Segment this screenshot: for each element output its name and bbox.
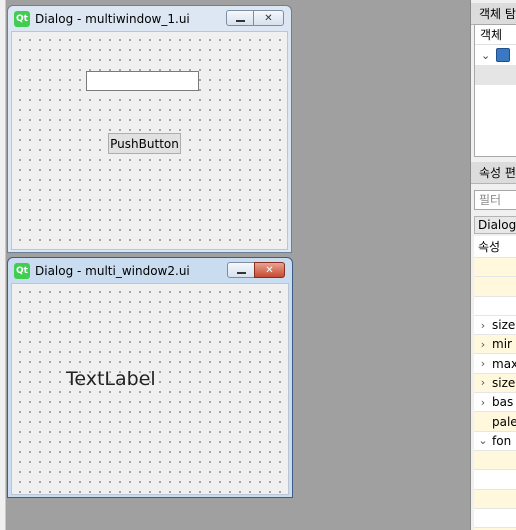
dialog-form-icon bbox=[496, 48, 511, 62]
form-canvas[interactable]: PushButton bbox=[11, 31, 288, 250]
property-row[interactable]: › bas bbox=[474, 393, 516, 413]
chevron-right-icon[interactable]: › bbox=[474, 376, 492, 389]
form-canvas[interactable]: TextLabel bbox=[11, 283, 289, 495]
tree-item-dialog[interactable]: ⌄ bbox=[475, 45, 516, 65]
mdi-area[interactable]: Qt Dialog - multiwindow_1.ui ✕ PushButto… bbox=[0, 0, 470, 530]
chevron-right-icon[interactable]: › bbox=[474, 396, 492, 409]
close-button[interactable]: ✕ bbox=[253, 10, 284, 26]
property-name: size bbox=[492, 375, 516, 390]
push-button-widget[interactable]: PushButton bbox=[108, 133, 181, 154]
property-row[interactable] bbox=[474, 450, 516, 471]
property-row[interactable] bbox=[474, 470, 516, 490]
qt-logo-icon: Qt bbox=[14, 262, 30, 279]
close-icon: ✕ bbox=[265, 264, 274, 276]
minimize-icon bbox=[236, 271, 246, 274]
minimize-icon bbox=[235, 19, 245, 22]
property-row[interactable] bbox=[474, 277, 516, 297]
property-row[interactable]: ⌄ fon bbox=[474, 431, 516, 451]
property-row[interactable] bbox=[474, 508, 516, 529]
property-filter-input[interactable]: 필터 bbox=[474, 190, 516, 210]
property-row[interactable]: › size bbox=[474, 315, 516, 336]
chevron-right-icon[interactable]: › bbox=[474, 319, 492, 332]
close-button[interactable]: ✕ bbox=[254, 262, 285, 278]
property-name: size bbox=[492, 318, 516, 333]
object-inspector-tree[interactable]: 객체 ⌄ bbox=[474, 24, 516, 157]
chevron-down-icon[interactable]: ⌄ bbox=[474, 434, 492, 447]
window-buttons: ✕ bbox=[226, 10, 284, 26]
chevron-right-icon[interactable]: › bbox=[474, 357, 492, 370]
subwindow-titlebar[interactable]: Qt Dialog - multi_window2.ui ✕ bbox=[8, 258, 292, 283]
subwindow-multiwindow-1[interactable]: Qt Dialog - multiwindow_1.ui ✕ PushButto… bbox=[7, 5, 292, 253]
property-name: max bbox=[492, 356, 516, 371]
chevron-down-icon[interactable]: ⌄ bbox=[481, 49, 490, 62]
property-column-header[interactable]: 속성 bbox=[474, 236, 516, 258]
property-row[interactable]: › size bbox=[474, 373, 516, 394]
subwindow-multi-window2[interactable]: Qt Dialog - multi_window2.ui ✕ TextLabel bbox=[7, 257, 293, 498]
window-title: Dialog - multiwindow_1.ui bbox=[35, 11, 190, 26]
object-inspector-header[interactable]: 객체 탐 bbox=[471, 3, 516, 25]
qt-logo-icon: Qt bbox=[14, 10, 30, 27]
chevron-right-icon[interactable]: › bbox=[474, 338, 492, 351]
property-class-header: Dialog bbox=[474, 216, 516, 234]
window-buttons: ✕ bbox=[227, 262, 285, 278]
property-name: pale bbox=[492, 414, 516, 429]
minimize-button[interactable] bbox=[227, 262, 254, 278]
property-row[interactable]: pale bbox=[474, 412, 516, 432]
property-row[interactable] bbox=[474, 489, 516, 509]
property-table[interactable]: 속성 › size › mir › max › size › bas pale ⌄ fon bbox=[474, 236, 516, 530]
line-edit-widget[interactable] bbox=[86, 71, 199, 91]
text-label-widget[interactable]: TextLabel bbox=[66, 368, 156, 390]
tree-selection-row[interactable] bbox=[475, 65, 516, 85]
minimize-button[interactable] bbox=[226, 10, 253, 26]
property-name: bas bbox=[492, 395, 514, 410]
property-editor-header[interactable]: 속성 편 bbox=[471, 162, 516, 184]
right-dock-panel: 객체 탐 객체 ⌄ 속성 편 필터 Dialog 속성 › size › mir › ma… bbox=[470, 0, 516, 530]
property-name: fon bbox=[492, 433, 512, 448]
property-row[interactable] bbox=[474, 296, 516, 316]
property-row[interactable] bbox=[474, 258, 516, 278]
left-dock-strip bbox=[0, 0, 6, 530]
subwindow-titlebar[interactable]: Qt Dialog - multiwindow_1.ui ✕ bbox=[8, 6, 291, 31]
window-title: Dialog - multi_window2.ui bbox=[35, 263, 190, 278]
property-row[interactable]: › max bbox=[474, 354, 516, 374]
object-column-header[interactable]: 객체 bbox=[475, 25, 516, 45]
close-icon: ✕ bbox=[264, 12, 273, 24]
property-name: mir bbox=[492, 337, 512, 352]
property-row[interactable]: › mir bbox=[474, 335, 516, 355]
